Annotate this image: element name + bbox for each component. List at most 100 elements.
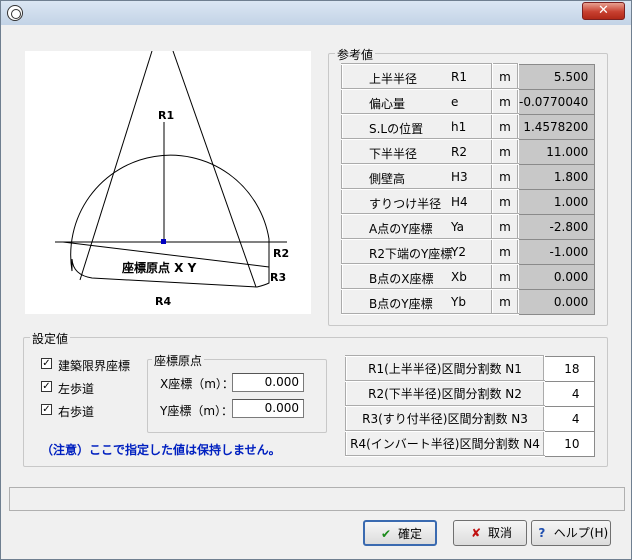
reference-label-cell: R2下端のY座標 Y2	[341, 238, 493, 265]
reference-label: S.Lの位置	[369, 122, 424, 136]
reference-value: 1.000	[517, 188, 596, 215]
reference-symbol: R2	[451, 145, 467, 159]
reference-symbol: H4	[451, 195, 468, 209]
division-row: R2(下半半径)区間分割数 N2 4	[345, 380, 595, 407]
reference-symbol: h1	[451, 120, 467, 134]
divisions-table: R1(上半半径)区間分割数 N1 18 R2(下半半径)区間分割数 N2 4 R3(すり…	[345, 355, 595, 457]
division-label: R4(インバート半径)区間分割数 N4	[345, 430, 545, 457]
reference-symbol: Y2	[451, 245, 466, 259]
reference-value: -2.800	[517, 213, 596, 240]
ok-button[interactable]: ✔ 確定	[363, 520, 437, 546]
reference-symbol: e	[451, 95, 459, 109]
note-text: （注意）ここで指定した値は保持しません。	[41, 443, 281, 457]
reference-symbol: H3	[451, 170, 468, 184]
reference-label: A点のY座標	[369, 222, 433, 236]
reference-value: 0.000	[517, 288, 596, 315]
division-label: R1(上半半径)区間分割数 N1	[345, 355, 545, 382]
division-label: R3(すり付半径)区間分割数 N3	[345, 405, 545, 432]
help-button[interactable]: ? ヘルプ(H)	[531, 520, 611, 546]
reference-row: 偏心量 e m -0.0770040	[341, 88, 596, 115]
reference-row: R2下端のY座標 Y2 m -1.000	[341, 238, 596, 265]
division-input[interactable]: 18	[543, 355, 595, 382]
reference-unit: m	[491, 213, 519, 240]
reference-label: B点のY座標	[369, 297, 433, 311]
reference-symbol: Ya	[451, 220, 465, 234]
reference-value: 1.800	[517, 163, 596, 190]
reference-label: 上半半径	[369, 72, 418, 86]
left-sidewalk-checkbox[interactable]: ✓	[41, 381, 52, 392]
reference-unit: m	[491, 163, 519, 190]
division-row: R1(上半半径)区間分割数 N1 18	[345, 355, 595, 382]
r1-label: R1	[158, 109, 174, 122]
division-input[interactable]: 10	[543, 430, 595, 457]
close-icon: ✕	[598, 3, 609, 18]
reference-label-cell: 下半半径 R2	[341, 138, 493, 165]
reference-label-cell: B点のX座標 Xb	[341, 263, 493, 290]
reference-symbol: R1	[451, 70, 467, 84]
reference-label: 偏心量	[369, 97, 406, 111]
help-button-label: ヘルプ(H)	[553, 526, 609, 540]
status-bar	[9, 487, 625, 511]
reference-label-cell: 偏心量 e	[341, 88, 493, 115]
tunnel-diagram: R1 R2 R3 R4 座標原点 X Y	[25, 50, 311, 314]
cross-icon: ✘	[470, 526, 482, 540]
right-sidewalk-checkbox[interactable]: ✓	[41, 404, 52, 415]
r3-label: R3	[270, 271, 286, 284]
y-coord-label: Y座標（m）：	[160, 404, 234, 418]
reference-label-cell: 上半半径 R1	[341, 63, 493, 90]
reference-group-label: 参考値	[335, 46, 376, 63]
limit-coords-checkbox[interactable]: ✓	[41, 358, 52, 369]
origin-marker	[161, 239, 166, 244]
reference-row: すりつけ半径 H4 m 1.000	[341, 188, 596, 215]
origin-group: 座標原点	[147, 352, 327, 433]
reference-label-cell: A点のY座標 Ya	[341, 213, 493, 240]
reference-value: -0.0770040	[517, 88, 596, 115]
right-sidewalk-label: 右歩道	[58, 405, 95, 419]
close-button[interactable]: ✕	[582, 2, 625, 20]
reference-unit: m	[491, 238, 519, 265]
cancel-button[interactable]: ✘ 取消	[453, 520, 527, 546]
reference-label-cell: S.Lの位置 h1	[341, 113, 493, 140]
reference-label: 下半半径	[369, 147, 418, 161]
reference-unit: m	[491, 263, 519, 290]
ok-button-label: 確定	[397, 527, 422, 541]
y-coord-input[interactable]: 0.000	[232, 399, 304, 418]
reference-unit: m	[491, 138, 519, 165]
reference-row: B点のX座標 Xb m 0.000	[341, 263, 596, 290]
reference-table: 上半半径 R1 m 5.500 偏心量 e m -0.0770040 S.Lの位置 h1 m 1.45…	[341, 63, 596, 315]
reference-row: B点のY座標 Yb m 0.000	[341, 288, 596, 315]
reference-label-cell: B点のY座標 Yb	[341, 288, 493, 315]
title-bar: ✕	[1, 1, 631, 25]
reference-label: R2下端のY座標	[369, 247, 453, 261]
division-row: R3(すり付半径)区間分割数 N3 4	[345, 405, 595, 432]
left-ray	[79, 50, 153, 281]
tunnel-diagram-svg: R1 R2 R3 R4 座標原点 X Y	[55, 50, 289, 308]
x-coord-label: X座標（m）：	[160, 377, 234, 391]
reference-row: A点のY座標 Ya m -2.800	[341, 213, 596, 240]
reference-label: 側壁高	[369, 172, 406, 186]
reference-unit: m	[491, 88, 519, 115]
limit-coords-label: 建築限界座標	[58, 359, 131, 373]
division-input[interactable]: 4	[543, 380, 595, 407]
division-input[interactable]: 4	[543, 405, 595, 432]
settings-group-label: 設定値	[30, 330, 71, 347]
app-icon	[7, 5, 23, 21]
reference-label: B点のX座標	[369, 272, 434, 286]
reference-value: 0.000	[517, 263, 596, 290]
reference-value: 5.500	[517, 63, 596, 90]
reference-value: 11.000	[517, 138, 596, 165]
reference-row: 側壁高 H3 m 1.800	[341, 163, 596, 190]
reference-value: -1.000	[517, 238, 596, 265]
left-sidewalk-label: 左歩道	[58, 382, 95, 396]
x-coord-input[interactable]: 0.000	[232, 373, 304, 392]
r2-label: R2	[273, 247, 289, 260]
origin-label: 座標原点 X Y	[121, 260, 197, 275]
origin-group-label: 座標原点	[152, 352, 205, 369]
reference-unit: m	[491, 288, 519, 315]
reference-symbol: Yb	[451, 295, 466, 309]
reference-value: 1.4578200	[517, 113, 596, 140]
reference-symbol: Xb	[451, 270, 467, 284]
right-ray	[172, 50, 257, 288]
cancel-button-label: 取消	[487, 526, 512, 540]
division-row: R4(インバート半径)区間分割数 N4 10	[345, 430, 595, 457]
